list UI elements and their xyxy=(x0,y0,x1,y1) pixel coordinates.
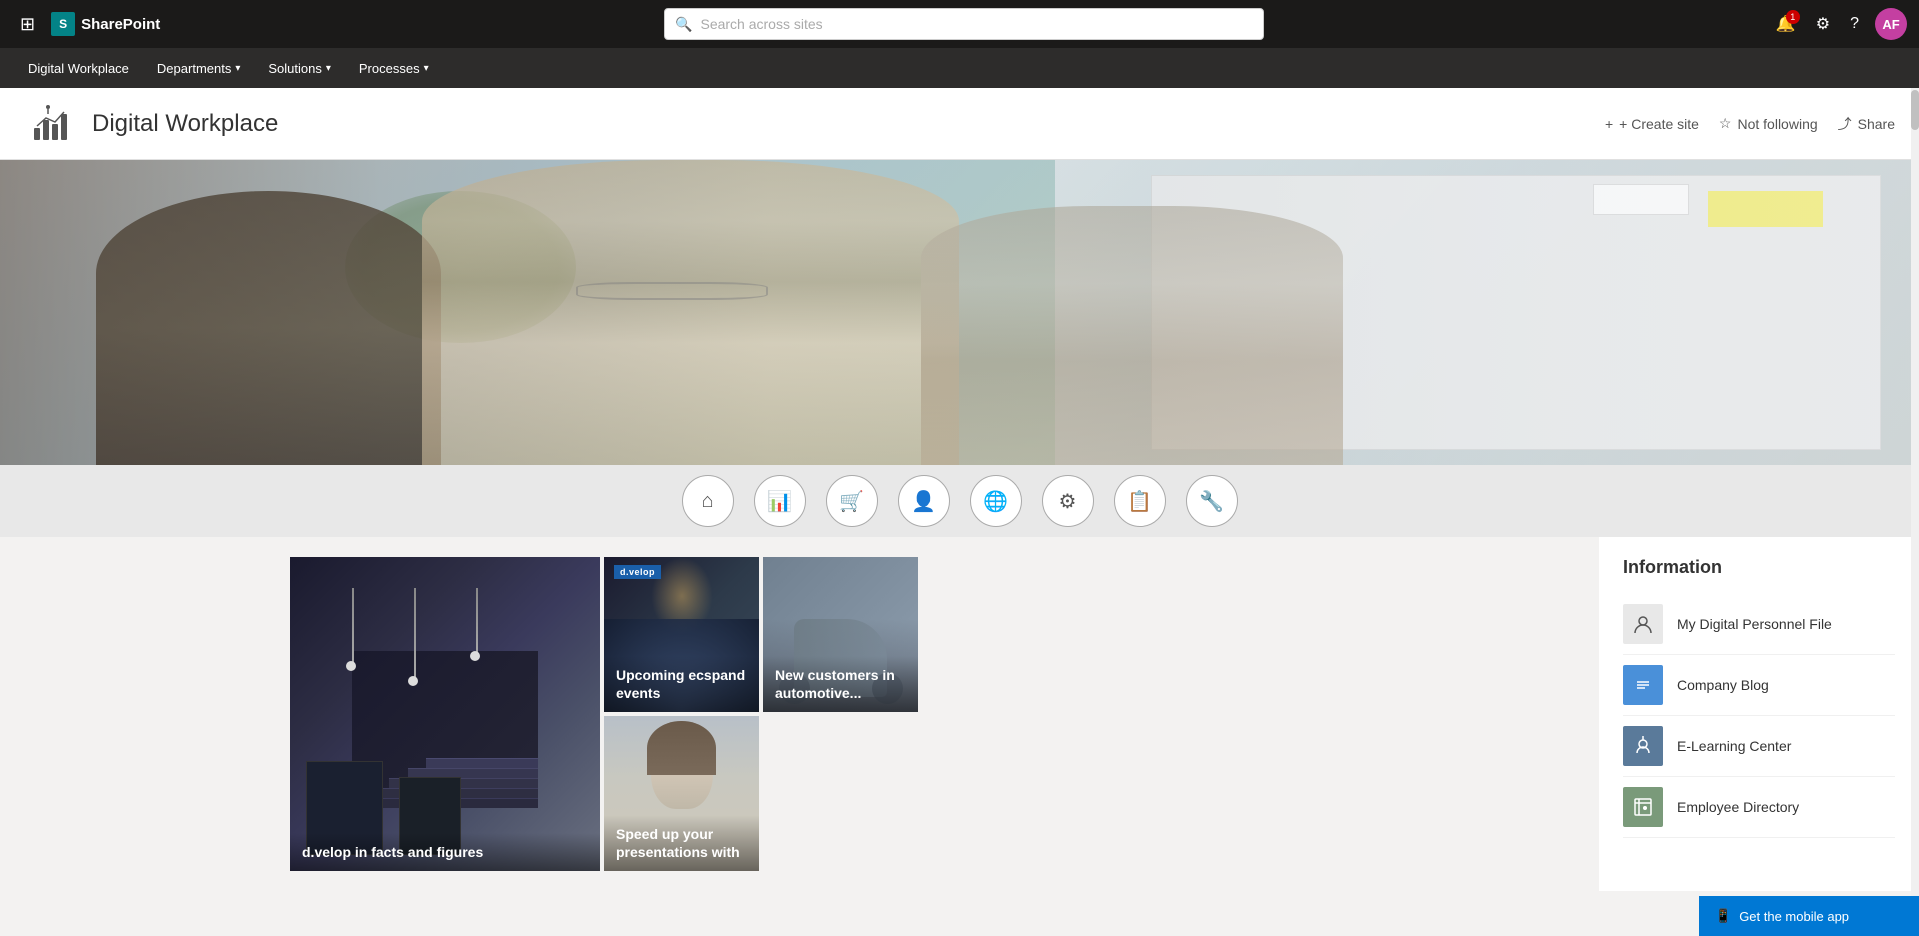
help-icon[interactable]: ? xyxy=(1842,7,1867,41)
personnel-icon xyxy=(1623,604,1663,644)
information-sidebar: Information My Digital Personnel File Co… xyxy=(1599,537,1919,891)
clipboard-icon-button[interactable]: 📋 xyxy=(1114,475,1166,527)
site-title-area: Digital Workplace xyxy=(24,98,278,150)
top-bar-left: ⊞ S SharePoint xyxy=(12,6,160,43)
sharepoint-app-name: SharePoint xyxy=(81,16,160,33)
card-auto-title: New customers in automotive... xyxy=(775,666,906,702)
subnav-departments[interactable]: Departments ▾ xyxy=(145,53,252,84)
user-avatar[interactable]: AF xyxy=(1875,8,1907,40)
subnav-solutions[interactable]: Solutions ▾ xyxy=(256,53,343,84)
hero-background xyxy=(0,160,1919,465)
person-icon-button[interactable]: 👤 xyxy=(898,475,950,527)
card-stairs-title: d.velop in facts and figures xyxy=(302,843,588,861)
news-card-presentations[interactable]: Speed up your presentations with xyxy=(604,716,759,871)
subnav-processes[interactable]: Processes ▾ xyxy=(347,53,441,84)
share-label: Share xyxy=(1858,116,1895,132)
site-icon-svg xyxy=(30,104,70,144)
stairs-visual xyxy=(290,557,600,871)
notification-icon[interactable]: 🔔 1 xyxy=(1768,6,1804,42)
chevron-down-icon: ▾ xyxy=(424,63,429,74)
hero-section xyxy=(0,160,1919,465)
personnel-label: My Digital Personnel File xyxy=(1677,616,1832,632)
subnav-digital-workplace[interactable]: Digital Workplace xyxy=(16,53,141,84)
create-site-button[interactable]: + + Create site xyxy=(1605,116,1699,132)
news-card-automotive[interactable]: New customers in automotive... xyxy=(763,557,918,712)
information-title: Information xyxy=(1623,557,1895,578)
not-following-label: Not following xyxy=(1737,116,1817,132)
news-card-events[interactable]: d.velop Upcoming ecspand events xyxy=(604,557,759,712)
hero-overlay xyxy=(0,160,1919,465)
top-bar-right: 🔔 1 ⚙ ? AF xyxy=(1768,6,1907,42)
sp-logo-icon: S xyxy=(51,12,75,36)
blog-icon xyxy=(1623,665,1663,705)
chevron-down-icon: ▾ xyxy=(235,63,240,74)
top-navigation-bar: ⊞ S SharePoint 🔍 Search across sites 🔔 1… xyxy=(0,0,1919,48)
search-icon: 🔍 xyxy=(675,16,692,33)
notification-badge: 1 xyxy=(1786,10,1800,24)
create-site-label: + Create site xyxy=(1619,116,1699,132)
waffle-menu-icon[interactable]: ⊞ xyxy=(12,6,43,43)
icon-bar: ⌂ 📊 🛒 👤 🌐 ⚙ 📋 🔧 xyxy=(0,465,1919,537)
info-item-personnel[interactable]: My Digital Personnel File xyxy=(1623,594,1895,655)
home-icon-button[interactable]: ⌂ xyxy=(682,475,734,527)
globe-icon-button[interactable]: 🌐 xyxy=(970,475,1022,527)
subnav-solutions-label: Solutions xyxy=(268,61,321,76)
chart-icon-button[interactable]: 📊 xyxy=(754,475,806,527)
scrollbar-track xyxy=(1911,88,1919,936)
card-events-overlay: Upcoming ecspand events xyxy=(604,656,759,712)
info-item-blog[interactable]: Company Blog xyxy=(1623,655,1895,716)
sub-navigation: Digital Workplace Departments ▾ Solution… xyxy=(0,48,1919,88)
mobile-app-banner[interactable]: 📱 Get the mobile app xyxy=(1699,896,1919,936)
search-placeholder-text: Search across sites xyxy=(700,16,822,32)
site-title: Digital Workplace xyxy=(92,110,278,138)
news-grid: d.velop in facts and figures d.velop Upc… xyxy=(0,537,1599,891)
share-button[interactable]: ⤴ Share xyxy=(1838,114,1895,134)
site-header-actions: + + Create site ☆ Not following ⤴ Share xyxy=(1605,114,1895,134)
subnav-departments-label: Departments xyxy=(157,61,231,76)
elearning-label: E-Learning Center xyxy=(1677,738,1791,754)
card-events-title: Upcoming ecspand events xyxy=(616,666,747,702)
share-icon: ⤴ xyxy=(1838,114,1852,134)
scrollbar-thumb[interactable] xyxy=(1911,90,1919,130)
directory-label: Employee Directory xyxy=(1677,799,1799,815)
card-presentations-overlay: Speed up your presentations with xyxy=(604,815,759,871)
settings-icon[interactable]: ⚙ xyxy=(1808,6,1838,42)
plus-icon: + xyxy=(1605,116,1613,132)
basket-icon-button[interactable]: 🛒 xyxy=(826,475,878,527)
gear-icon-button[interactable]: ⚙ xyxy=(1042,475,1094,527)
card-stairs-overlay: d.velop in facts and figures xyxy=(290,833,600,871)
event-brand-tag: d.velop xyxy=(614,565,661,579)
mobile-app-label: Get the mobile app xyxy=(1739,909,1849,924)
search-box[interactable]: 🔍 Search across sites xyxy=(664,8,1264,40)
blog-label: Company Blog xyxy=(1677,677,1769,693)
news-card-stairs[interactable]: d.velop in facts and figures xyxy=(290,557,600,871)
not-following-button[interactable]: ☆ Not following xyxy=(1719,115,1818,132)
main-content: d.velop in facts and figures d.velop Upc… xyxy=(0,537,1919,891)
star-icon: ☆ xyxy=(1719,115,1732,132)
mobile-icon: 📱 xyxy=(1715,908,1731,924)
settings-icon-button[interactable]: 🔧 xyxy=(1186,475,1238,527)
elearning-icon xyxy=(1623,726,1663,766)
subnav-processes-label: Processes xyxy=(359,61,420,76)
directory-icon xyxy=(1623,787,1663,827)
card-auto-overlay: New customers in automotive... xyxy=(763,656,918,712)
sharepoint-logo[interactable]: S SharePoint xyxy=(51,12,160,36)
info-item-elearning[interactable]: E-Learning Center xyxy=(1623,716,1895,777)
subnav-digital-workplace-label: Digital Workplace xyxy=(28,61,129,76)
site-icon xyxy=(24,98,76,150)
card-presentations-title: Speed up your presentations with xyxy=(616,825,747,861)
chevron-down-icon: ▾ xyxy=(326,63,331,74)
card-stairs-background xyxy=(290,557,600,871)
search-container: 🔍 Search across sites xyxy=(168,8,1760,40)
info-item-directory[interactable]: Employee Directory xyxy=(1623,777,1895,838)
site-header: Digital Workplace + + Create site ☆ Not … xyxy=(0,88,1919,160)
